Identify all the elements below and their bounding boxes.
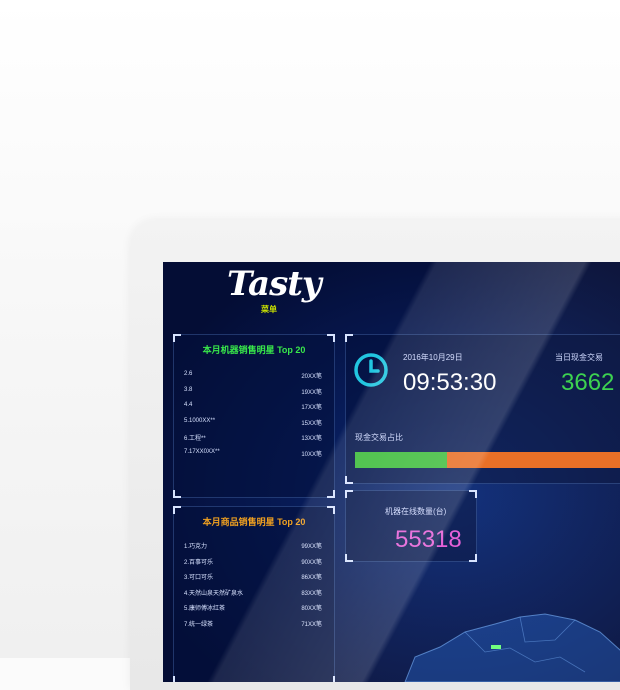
top-products-panel: 本月商品销售明星 Top 20 1.巧克力 99XX笔 2.百事可乐 90XX笔 3.可… [173,506,335,682]
top-machines-title: 本月机器销售明星 Top 20 [202,345,306,355]
clock-icon [354,353,388,387]
list-item: 2.百事可乐 90XX笔 [184,557,322,570]
cash-ratio-label: 现金交易占比 [355,433,403,442]
online-machines-value: 55318 [395,526,462,553]
list-item: 7.17XX0XX** 10XX笔 [184,449,322,462]
list-item: 6.工程** 13XX笔 [184,433,322,446]
brand-logo-sub: 菜单 [261,305,277,314]
list-item-name: 4.4 [184,402,193,408]
list-item-name: 3.8 [184,386,193,393]
list-item-value: 15XX笔 [301,420,322,427]
list-item-name: 1.巧克力 [184,544,208,550]
list-item-value: 90XX笔 [301,559,322,566]
list-item-name: 7.统一绿茶 [184,621,214,628]
list-item-value: 99XX笔 [301,544,322,550]
list-item: 5.1000XX** 15XX笔 [184,418,322,431]
list-item: 2.6 20XX笔 [184,371,322,384]
top-machines-panel: 本月机器销售明星 Top 20 2.6 20XX笔 3.8 19XX笔 4.4 17XX笔… [173,334,335,498]
list-item-name: 3.可口可乐 [184,575,214,581]
list-item: 5.康师傅冰红茶 80XX笔 [184,603,322,616]
list-item: 3.可口可乐 86XX笔 [184,572,322,585]
map-marker [491,645,501,649]
list-item: 4.天然山泉天然矿泉水 83XX笔 [184,588,322,601]
list-item-name: 2.6 [184,371,193,377]
daily-cash-value: 3662 [561,369,615,396]
list-item-name: 6.工程** [184,436,206,442]
list-item-value: 17XX笔 [301,405,322,411]
list-item-value: 71XX笔 [301,621,322,628]
daily-cash-label: 当日现金交易 [555,353,603,362]
list-item-value: 83XX笔 [301,590,322,597]
cash-ratio-bar [355,452,620,468]
current-time: 09:53:30 [403,369,497,396]
list-item-name: 2.百事可乐 [184,559,214,566]
list-item-name: 5.康师傅冰红茶 [184,606,226,612]
list-item: 3.8 19XX笔 [184,387,322,400]
online-machines-label: 机器在线数量(台) [385,507,447,516]
china-map [404,613,620,682]
list-item-value: 19XX笔 [301,389,322,396]
list-item-value: 80XX笔 [301,606,322,612]
list-item-value: 20XX笔 [301,374,322,380]
dashboard-screen: Tasty 菜单 本月机器销售明星 Top 20 2.6 20XX笔 3.8 19XX… [163,262,620,682]
list-item-value: 10XX笔 [301,451,322,458]
cash-ratio-fill [355,452,448,468]
list-item-name: 4.天然山泉天然矿泉水 [184,590,244,597]
top-products-title: 本月商品销售明星 Top 20 [202,517,306,527]
brand-logo: Tasty [227,264,322,304]
list-item: 1.巧克力 99XX笔 [184,541,322,554]
list-item: 4.4 17XX笔 [184,402,322,415]
list-item-name: 7.17XX0XX** [184,448,220,455]
current-date: 2016年10月29日 [403,353,463,362]
list-item-value: 13XX笔 [301,436,322,442]
list-item-name: 5.1000XX** [184,417,216,424]
list-item: 7.统一绿茶 71XX笔 [184,619,322,632]
list-item-value: 86XX笔 [301,575,322,581]
